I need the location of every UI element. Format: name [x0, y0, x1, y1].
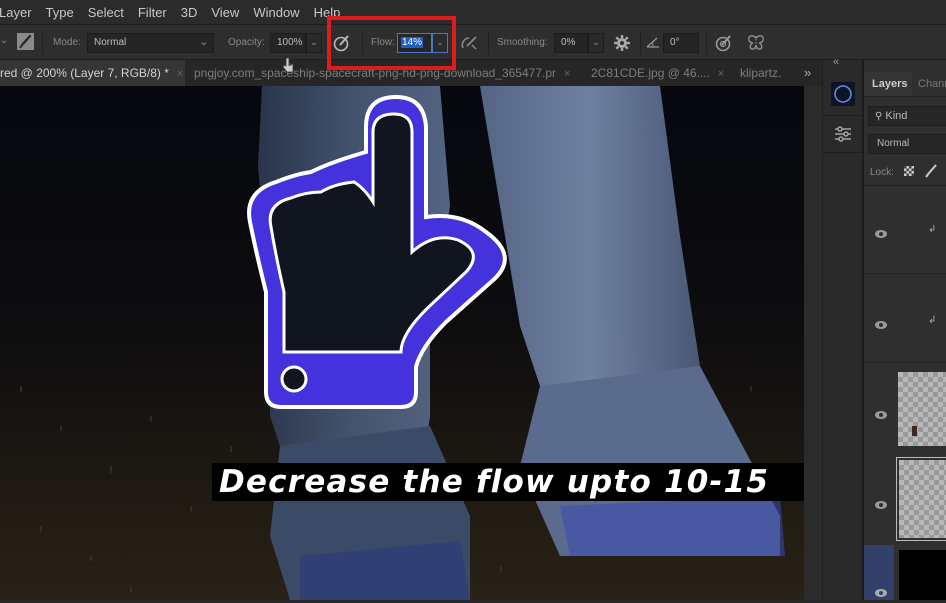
- brush-panel-toggle[interactable]: [17, 33, 34, 50]
- menu-filter[interactable]: Filter: [131, 5, 174, 20]
- layer-row[interactable]: [864, 453, 946, 541]
- canvas-vertical-scrollbar[interactable]: [804, 86, 822, 600]
- mode-label: Mode:: [53, 37, 81, 48]
- close-icon[interactable]: ×: [177, 68, 183, 80]
- tab-overflow-button[interactable]: »: [804, 60, 820, 86]
- mouse-cursor-icon: [281, 56, 295, 79]
- menu-type[interactable]: Type: [39, 5, 81, 20]
- smoothing-options-button[interactable]: [612, 33, 632, 56]
- divider: [706, 31, 707, 55]
- brush-icon: [19, 34, 32, 49]
- tab-channels[interactable]: Channels: [918, 72, 946, 96]
- layer-filter-select[interactable]: ⚲ Kind: [868, 106, 946, 126]
- visibility-eye-icon[interactable]: [874, 226, 888, 244]
- blend-mode-select[interactable]: Normal: [868, 134, 946, 154]
- divider: [488, 31, 489, 55]
- figure-thumbnail-mark: [912, 426, 917, 436]
- options-bar: ⌄ Mode: Normal ⌄ Opacity: 100% ⌄ Flow: 1…: [0, 24, 946, 60]
- smoothing-input[interactable]: 0%: [554, 33, 588, 53]
- layer-thumbnail: [899, 460, 946, 538]
- chevron-down-icon: ⌄: [199, 37, 208, 48]
- airbrush-button[interactable]: [460, 33, 480, 56]
- search-icon: ⚲: [875, 111, 883, 122]
- clipping-mask-icon: ↲: [928, 315, 937, 326]
- tab-layers[interactable]: Layers: [864, 72, 912, 96]
- tab-label: red @ 200% (Layer 7, RGB/8) *: [0, 66, 169, 80]
- angle-icon: [645, 35, 661, 52]
- menu-select[interactable]: Select: [81, 5, 131, 20]
- pressure-size-icon: [715, 35, 731, 52]
- divider: [864, 96, 946, 97]
- angle-input[interactable]: 0°: [663, 33, 699, 53]
- divider: [823, 115, 863, 116]
- menu-view[interactable]: View: [204, 5, 246, 20]
- tab-label: 2C81CDE.jpg @ 46....: [591, 66, 710, 80]
- menu-bar: Layer Type Select Filter 3D View Window …: [0, 0, 946, 24]
- tab-document[interactable]: 2C81CDE.jpg @ 46.... ×: [591, 60, 726, 86]
- mode-select[interactable]: Normal ⌄: [87, 33, 214, 53]
- divider: [325, 31, 326, 55]
- menu-layer[interactable]: Layer: [0, 5, 39, 20]
- layer-thumbnail: [898, 372, 946, 446]
- navigator-icon: [834, 85, 852, 103]
- layer-row[interactable]: ↲: [864, 275, 946, 363]
- lock-transparency-icon[interactable]: [904, 166, 914, 176]
- layer-row[interactable]: [864, 364, 946, 452]
- gear-icon: [614, 35, 630, 51]
- tab-label: klipartz.: [740, 66, 782, 80]
- opacity-dropdown[interactable]: ⌄: [306, 33, 322, 53]
- layer-thumbnail: [899, 550, 946, 600]
- lock-label: Lock:: [870, 167, 894, 178]
- size-pressure-button[interactable]: [714, 33, 734, 56]
- visibility-eye-icon[interactable]: [874, 585, 888, 603]
- lock-pixels-button[interactable]: [924, 164, 938, 183]
- tab-document[interactable]: klipartz.: [740, 60, 790, 86]
- sliders-icon: [835, 126, 851, 142]
- butterfly-icon: [748, 35, 764, 51]
- close-icon[interactable]: ×: [718, 68, 724, 80]
- visibility-eye-icon[interactable]: [874, 407, 888, 425]
- layer-row[interactable]: ↲: [864, 186, 946, 274]
- document-canvas[interactable]: Decrease the flow upto 10-15: [0, 86, 804, 600]
- layers-panel: Layers Channels ⚲ Kind Normal Lock: ↲ ↲: [862, 60, 946, 600]
- visibility-eye-icon[interactable]: [874, 497, 888, 515]
- tab-document-active[interactable]: red @ 200% (Layer 7, RGB/8) * ×: [0, 60, 185, 86]
- clipping-mask-icon: ↲: [928, 224, 937, 235]
- divider: [42, 31, 43, 55]
- opacity-input[interactable]: 100%: [270, 33, 306, 53]
- divider: [823, 152, 863, 153]
- menu-window[interactable]: Window: [246, 5, 306, 20]
- smoothing-dropdown[interactable]: ⌄: [588, 33, 604, 53]
- divider: [640, 31, 641, 55]
- visibility-eye-icon[interactable]: [874, 317, 888, 335]
- pointing-hand-icon: [247, 94, 507, 409]
- instruction-caption: Decrease the flow upto 10-15: [212, 463, 804, 501]
- adjustments-panel-button[interactable]: [833, 124, 853, 149]
- collapse-panels-button[interactable]: «: [833, 56, 839, 68]
- smoothing-label: Smoothing:: [497, 37, 548, 48]
- flow-highlight-box: [327, 16, 456, 70]
- airbrush-icon: [461, 36, 477, 50]
- navigator-panel-button[interactable]: [831, 82, 855, 106]
- opacity-label: Opacity:: [228, 37, 265, 48]
- brush-icon: [925, 164, 937, 178]
- filter-kind-label: Kind: [885, 110, 908, 122]
- symmetry-button[interactable]: [746, 33, 766, 56]
- panel-icon-strip: «: [822, 56, 863, 600]
- close-icon[interactable]: ×: [564, 68, 570, 80]
- layer-row-active[interactable]: [864, 545, 946, 600]
- tool-preset-chevron-icon[interactable]: ⌄: [0, 35, 8, 46]
- mode-value: Normal: [94, 37, 127, 48]
- menu-3d[interactable]: 3D: [174, 5, 205, 20]
